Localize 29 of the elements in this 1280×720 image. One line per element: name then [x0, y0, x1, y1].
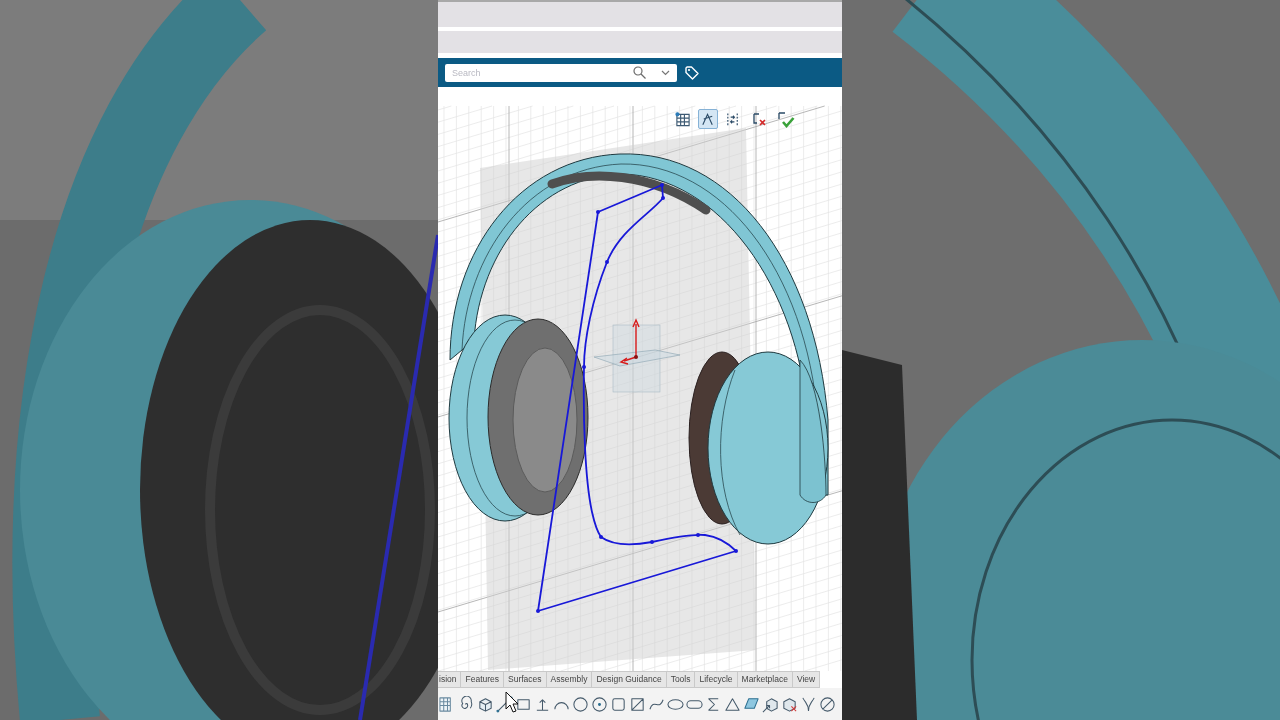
square-diagonal-icon[interactable] — [629, 695, 646, 713]
bracket-check-icon[interactable] — [776, 110, 795, 128]
search-icon[interactable] — [633, 65, 646, 79]
triangle-icon[interactable] — [724, 695, 741, 713]
ribbon-tab[interactable]: Features — [461, 671, 505, 688]
sketch-tool-button[interactable] — [673, 109, 693, 129]
circle-slash-icon[interactable] — [819, 695, 836, 713]
table-grid-icon — [675, 110, 691, 128]
ribbon-tab[interactable]: Marketplace — [737, 671, 793, 688]
ribbon-tab[interactable]: View — [792, 671, 821, 688]
angle-line-icon — [700, 110, 716, 128]
sketch-tool-button[interactable] — [698, 109, 718, 129]
fork-curve-icon[interactable] — [800, 695, 817, 713]
circle-center-icon[interactable] — [591, 695, 608, 713]
mouse-pointer-icon — [505, 691, 519, 713]
ribbon-tab[interactable]: ision — [438, 671, 462, 688]
chevron-down-icon[interactable] — [661, 69, 670, 76]
ribbon-tab[interactable]: Assembly — [546, 671, 593, 688]
search-field[interactable]: Search — [445, 63, 677, 82]
swap-arrows-icon — [725, 110, 741, 128]
cube-delete-icon[interactable] — [781, 695, 798, 713]
cube-arrow-icon[interactable] — [762, 695, 779, 713]
ribbon-tab[interactable]: Lifecycle — [695, 671, 738, 688]
ribbon-tab[interactable]: Surfaces — [504, 671, 547, 688]
ribbon-tab[interactable]: Tools — [666, 671, 696, 688]
tag-icon[interactable] — [685, 65, 699, 80]
cube-icon[interactable] — [477, 695, 494, 713]
bracket-x-icon[interactable] — [751, 110, 768, 128]
ribbon-tab[interactable]: Design Guidance — [592, 671, 667, 688]
